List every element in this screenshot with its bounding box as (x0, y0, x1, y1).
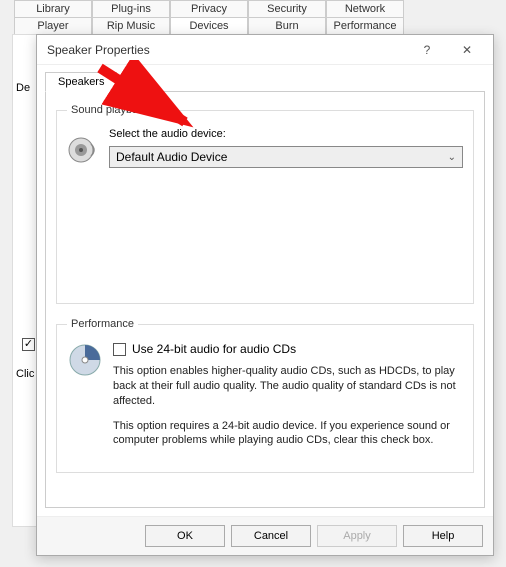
parent-tab-privacy[interactable]: Privacy (170, 0, 248, 17)
dialog-body: Sound playback Select the audio device: … (45, 91, 485, 508)
parent-tab-ripmusic[interactable]: Rip Music (92, 17, 170, 34)
speaker-properties-dialog: Speaker Properties ? ✕ Speakers Sound pl… (36, 34, 494, 556)
chevron-down-icon: ⌄ (448, 152, 456, 163)
check-icon: ✓ (24, 339, 33, 350)
parent-tabstrip: Library Plug-ins Privacy Security Networ… (0, 0, 506, 34)
parent-tab-plugins[interactable]: Plug-ins (92, 0, 170, 17)
parent-tab-burn[interactable]: Burn (248, 17, 326, 34)
disc-icon (67, 342, 103, 378)
parent-tab-devices[interactable]: Devices (170, 17, 248, 34)
parent-devices-label-fragment: De (16, 82, 30, 94)
audio-device-combo-value: Default Audio Device (116, 150, 227, 164)
group-performance-legend: Performance (67, 318, 138, 330)
parent-tab-library[interactable]: Library (14, 0, 92, 17)
parent-checkbox[interactable]: ✓ (22, 338, 35, 351)
dialog-title: Speaker Properties (47, 43, 407, 57)
use-24bit-checkbox[interactable] (113, 343, 126, 356)
speaker-icon (67, 134, 99, 166)
use-24bit-label: Use 24-bit audio for audio CDs (132, 342, 296, 356)
close-button[interactable]: ✕ (447, 36, 487, 64)
group-sound-playback-legend: Sound playback (67, 104, 153, 116)
perf-desc-2: This option requires a 24-bit audio devi… (113, 419, 463, 449)
cancel-button[interactable]: Cancel (231, 525, 311, 547)
perf-desc-1: This option enables higher-quality audio… (113, 364, 463, 409)
parent-tab-performance[interactable]: Performance (326, 17, 404, 34)
group-performance: Performance Use 24-bit audio for audio C… (56, 318, 474, 473)
apply-button[interactable]: Apply (317, 525, 397, 547)
audio-device-combo[interactable]: Default Audio Device ⌄ (109, 146, 463, 168)
dialog-button-row: OK Cancel Apply Help (37, 516, 493, 555)
dialog-tabstrip: Speakers (37, 65, 493, 91)
ok-button[interactable]: OK (145, 525, 225, 547)
titlebar: Speaker Properties ? ✕ (37, 35, 493, 65)
parent-tab-security[interactable]: Security (248, 0, 326, 17)
select-device-label: Select the audio device: (109, 128, 463, 140)
group-sound-playback: Sound playback Select the audio device: … (56, 104, 474, 304)
parent-tab-player[interactable]: Player (14, 17, 92, 34)
parent-click-fragment: Clic (16, 368, 34, 380)
parent-tab-network[interactable]: Network (326, 0, 404, 17)
help-button[interactable]: ? (407, 36, 447, 64)
help-button-footer[interactable]: Help (403, 525, 483, 547)
tab-speakers[interactable]: Speakers (45, 72, 117, 92)
